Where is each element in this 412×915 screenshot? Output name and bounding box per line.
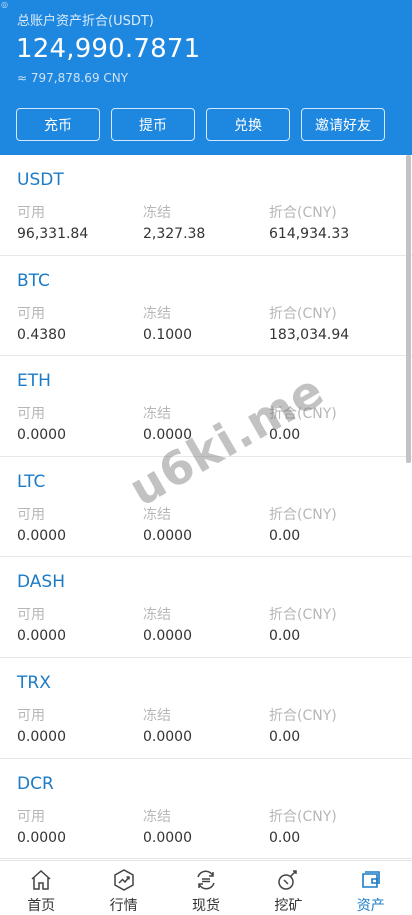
frozen-label: 冻结 — [143, 305, 171, 322]
coin-name: TRX — [17, 672, 51, 693]
coin-name: ETH — [17, 371, 51, 392]
frozen-label: 冻结 — [143, 205, 171, 221]
frozen-value: 0.0000 — [143, 628, 192, 645]
frozen-label: 冻结 — [143, 506, 171, 523]
coin-row-eth[interactable]: ETH 可用 冻结 折合(CNY) 0.0000 0.0000 0.00 — [0, 356, 412, 457]
cny-value: 0.00 — [269, 728, 301, 745]
cny-value: 0.00 — [269, 829, 301, 846]
cny-label: 折合(CNY) — [269, 607, 337, 624]
tab-spot[interactable]: 现货 — [165, 861, 247, 915]
coin-name: USDT — [17, 170, 64, 190]
wallet-icon — [361, 871, 380, 888]
coin-name: LTC — [17, 471, 46, 492]
exchange-icon — [197, 870, 215, 890]
tab-label: 资产 — [356, 898, 385, 914]
withdraw-button[interactable]: 提币 — [111, 108, 195, 141]
coin-row-btc[interactable]: BTC 可用 冻结 折合(CNY) 0.4380 0.1000 183,034.… — [0, 256, 412, 357]
available-value: 0.0000 — [17, 728, 66, 745]
settings-icon[interactable]: ◎ — [1, 1, 8, 9]
tab-assets[interactable]: 资产 — [330, 861, 412, 915]
cny-value: 0.00 — [269, 427, 301, 444]
cny-value: 614,934.33 — [269, 226, 350, 242]
convert-button[interactable]: 兑换 — [206, 108, 290, 141]
frozen-label: 冻结 — [143, 707, 171, 724]
available-value: 0.0000 — [17, 427, 66, 444]
available-label: 可用 — [17, 808, 45, 825]
coin-row-dash[interactable]: DASH 可用 冻结 折合(CNY) 0.0000 0.0000 0.00 — [0, 557, 412, 658]
total-assets-value: 124,990.7871 — [16, 34, 201, 64]
cny-label: 折合(CNY) — [269, 707, 337, 724]
frozen-value: 0.1000 — [143, 326, 192, 343]
cny-label: 折合(CNY) — [269, 406, 337, 423]
frozen-value: 0.0000 — [143, 728, 192, 745]
deposit-button[interactable]: 充币 — [16, 108, 100, 141]
available-label: 可用 — [17, 506, 45, 523]
tab-label: 挖矿 — [274, 898, 303, 914]
home-icon — [31, 869, 51, 890]
available-value: 96,331.84 — [17, 226, 89, 242]
available-value: 0.0000 — [17, 628, 66, 645]
asset-header: ◎ 总账户资产折合(USDT) 124,990.7871 ≈ 797,878.6… — [0, 0, 412, 155]
available-label: 可用 — [17, 607, 45, 624]
frozen-value: 0.0000 — [143, 427, 192, 444]
tab-label: 行情 — [109, 898, 138, 914]
coin-list[interactable]: USDT 可用 冻结 折合(CNY) 96,331.84 2,327.38 61… — [0, 155, 412, 860]
frozen-label: 冻结 — [143, 406, 171, 423]
cny-value: 183,034.94 — [269, 326, 350, 343]
coin-name: DCR — [17, 773, 54, 794]
mining-icon — [278, 870, 298, 890]
available-label: 可用 — [17, 205, 45, 221]
cny-label: 折合(CNY) — [269, 305, 337, 322]
tab-market[interactable]: 行情 — [82, 861, 164, 915]
coin-row-ltc[interactable]: LTC 可用 冻结 折合(CNY) 0.0000 0.0000 0.00 — [0, 457, 412, 558]
available-label: 可用 — [17, 406, 45, 423]
tab-home[interactable]: 首页 — [0, 861, 82, 915]
available-value: 0.0000 — [17, 829, 66, 846]
frozen-value: 0.0000 — [143, 829, 192, 846]
bottom-tab-bar: 首页 行情 现货 挖矿 资产 — [0, 860, 412, 915]
available-label: 可用 — [17, 707, 45, 724]
cny-label: 折合(CNY) — [269, 506, 337, 523]
coin-row-trx[interactable]: TRX 可用 冻结 折合(CNY) 0.0000 0.0000 0.00 — [0, 658, 412, 759]
total-assets-label: 总账户资产折合(USDT) — [17, 14, 154, 29]
frozen-label: 冻结 — [143, 607, 171, 624]
cny-value: 0.00 — [269, 527, 301, 544]
tab-label: 首页 — [27, 898, 56, 914]
frozen-value: 0.0000 — [143, 527, 192, 544]
cny-label: 折合(CNY) — [269, 205, 337, 221]
available-value: 0.4380 — [17, 326, 66, 343]
coin-name: BTC — [17, 270, 50, 291]
market-chart-icon — [113, 869, 134, 891]
frozen-value: 2,327.38 — [143, 226, 206, 242]
cny-label: 折合(CNY) — [269, 808, 337, 825]
available-value: 0.0000 — [17, 527, 66, 544]
coin-row-usdt[interactable]: USDT 可用 冻结 折合(CNY) 96,331.84 2,327.38 61… — [0, 155, 412, 256]
available-label: 可用 — [17, 305, 45, 322]
scrollbar-thumb[interactable] — [406, 155, 411, 463]
coin-name: DASH — [17, 572, 65, 593]
frozen-label: 冻结 — [143, 808, 171, 825]
coin-row-dcr[interactable]: DCR 可用 冻结 折合(CNY) 0.0000 0.0000 0.00 — [0, 759, 412, 860]
tab-mining[interactable]: 挖矿 — [247, 861, 329, 915]
invite-friends-button[interactable]: 邀请好友 — [301, 108, 385, 141]
cny-equivalent: ≈ 797,878.69 CNY — [17, 71, 129, 85]
tab-label: 现货 — [191, 898, 220, 914]
cny-value: 0.00 — [269, 628, 301, 645]
